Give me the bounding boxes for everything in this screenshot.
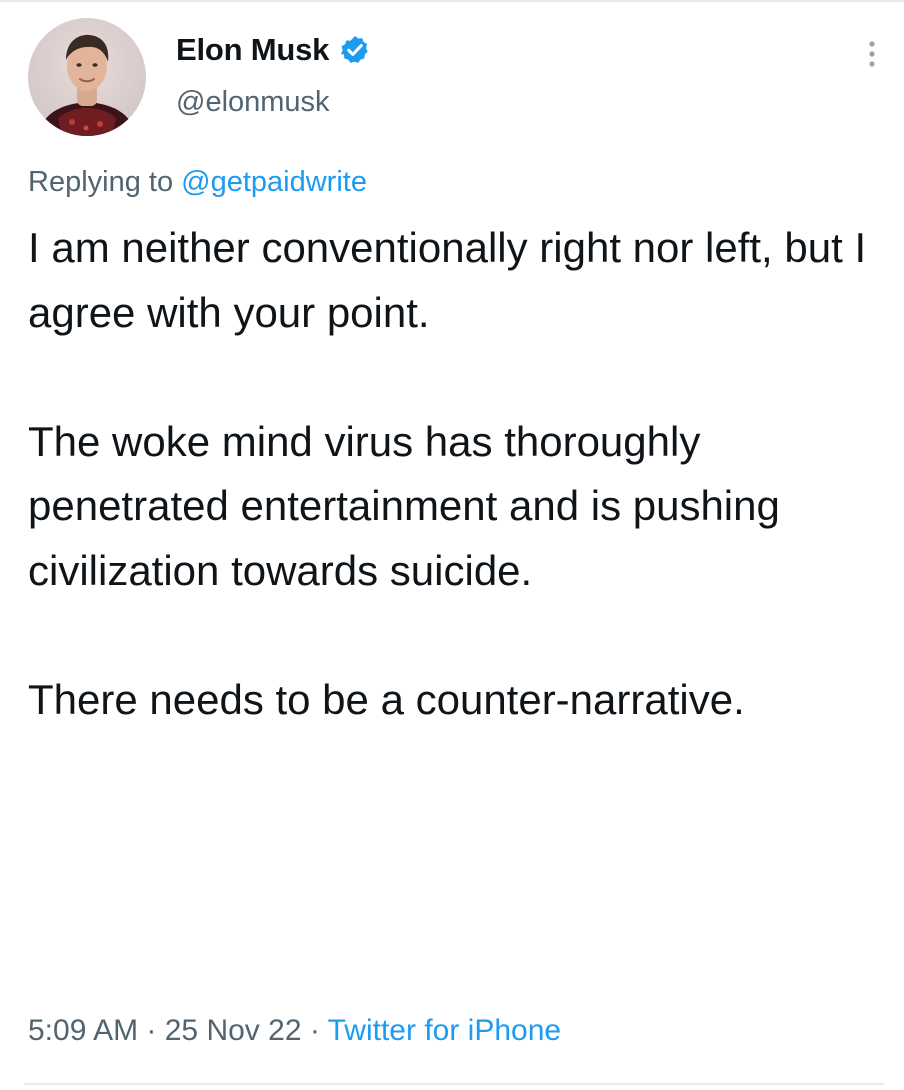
meta-separator: · <box>138 1014 165 1047</box>
name-row: Elon Musk <box>176 28 371 72</box>
tweet-paragraph: The woke mind virus has thoroughly penet… <box>28 417 780 594</box>
tweet-time[interactable]: 5:09 AM <box>28 1014 138 1047</box>
replying-to-label: Replying to <box>28 166 182 198</box>
more-options-icon[interactable] <box>862 36 882 72</box>
tweet-date[interactable]: 25 Nov 22 <box>165 1014 302 1047</box>
profile-photo <box>28 18 146 136</box>
tweet-paragraph: I am neither conventionally right nor le… <box>28 224 867 336</box>
avatar[interactable] <box>28 18 146 136</box>
meta-separator: · <box>301 1014 328 1047</box>
reply-mention-link[interactable]: @getpaidwrite <box>181 166 367 198</box>
tweet-source-link[interactable]: Twitter for iPhone <box>328 1014 561 1047</box>
tweet-text: I am neither conventionally right nor le… <box>28 216 878 732</box>
author-name[interactable]: Elon Musk <box>176 32 329 68</box>
divider-bottom <box>24 1083 884 1085</box>
tweet-card: Elon Musk @elonmusk Replying to @getpaid… <box>0 0 904 1090</box>
divider-top <box>0 0 904 2</box>
tweet-metadata: 5:09 AM · 25 Nov 22 · Twitter for iPhone <box>28 1014 561 1048</box>
author-handle[interactable]: @elonmusk <box>176 86 330 119</box>
tweet-paragraph: There needs to be a counter-narrative. <box>28 675 745 723</box>
verified-badge-icon <box>341 36 368 63</box>
replying-to: Replying to @getpaidwrite <box>28 166 367 199</box>
